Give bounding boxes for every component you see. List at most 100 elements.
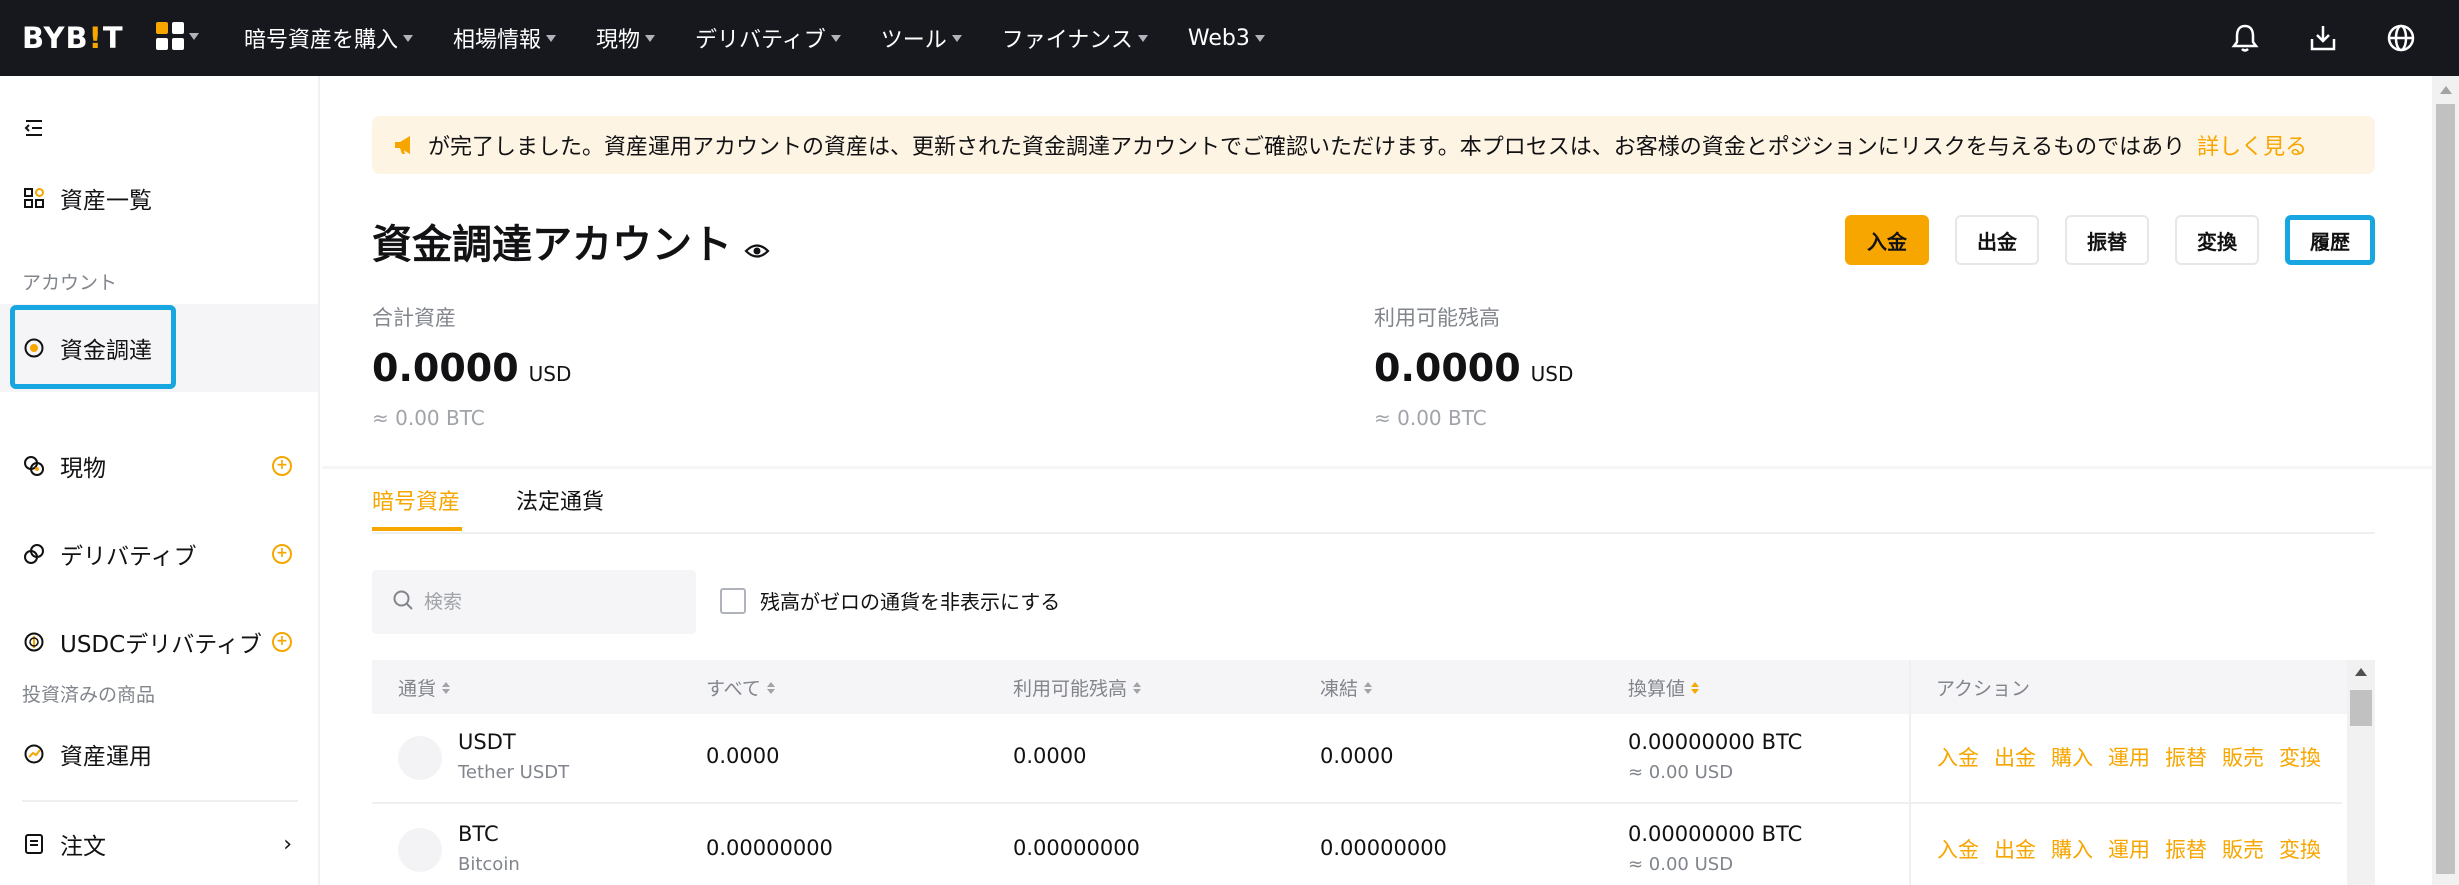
sort-icon [1133,681,1142,694]
sidebar-item-label: 注文 [60,834,106,860]
sidebar-item-derivatives[interactable]: デリバティブ + [0,522,318,586]
available-balance-label: 利用可能残高 [1374,306,1500,330]
scrollbar-thumb[interactable] [2350,690,2372,726]
action-sell-link[interactable]: 販売 [2222,834,2264,864]
tab-crypto[interactable]: 暗号資産 [372,484,460,516]
search-input[interactable] [424,591,684,613]
coin-name: Tether USDT [458,762,570,783]
cell-frozen: 0.00000000 [1320,836,1447,860]
scroll-up-arrow-icon[interactable] [2440,86,2452,94]
action-withdraw-link[interactable]: 出金 [1994,742,2036,772]
apps-menu-button[interactable] [156,22,199,50]
cell-all: 0.0000 [706,744,780,768]
nav-item-tools[interactable]: ツール [881,22,962,54]
tab-fiat[interactable]: 法定通貨 [516,484,604,516]
nav-item-web3[interactable]: Web3 [1188,26,1265,51]
collapse-sidebar-icon[interactable] [22,116,46,140]
cell-available: 0.00000000 [1013,836,1140,860]
sidebar-item-label: デリバティブ [60,544,197,570]
plus-circle-icon[interactable]: + [272,456,292,476]
chevron-down-icon [1137,34,1148,42]
sidebar-item-earn[interactable]: 資産運用 [0,722,318,786]
apps-grid-icon [156,22,184,50]
megaphone-icon [392,132,418,158]
sidebar-item-label: 資産一覧 [60,188,152,214]
sidebar-item-funding[interactable]: 資金調達 [0,304,318,392]
sidebar-item-label: 資金調達 [60,338,152,364]
sidebar-item-label: USDCデリバティブ [60,632,262,658]
sidebar-item-orders[interactable]: 注文 › [0,812,318,876]
sidebar-divider [22,800,298,802]
sort-icon [1364,681,1373,694]
download-icon[interactable] [2303,18,2343,58]
nav-item-buy-crypto[interactable]: 暗号資産を購入 [244,22,414,54]
chevron-down-icon [830,34,841,42]
history-button[interactable]: 履歴 [2285,215,2375,265]
cell-all: 0.00000000 [706,836,833,860]
coin-symbol: BTC [458,822,499,846]
table-scrollbar[interactable] [2347,660,2375,885]
page-scrollbar-thumb[interactable] [2436,104,2455,874]
scroll-up-arrow-icon[interactable] [2355,668,2367,676]
hide-zero-checkbox[interactable] [720,587,746,614]
chevron-down-icon [403,34,414,42]
transfer-button[interactable]: 振替 [2065,215,2149,265]
sidebar-section-invested: 投資済みの商品 [22,684,156,706]
eye-icon[interactable] [744,228,770,258]
plus-circle-icon[interactable]: + [272,632,292,652]
logo-suffix: T [102,21,124,55]
cell-btc-value: 0.00000000 BTC [1628,730,1803,754]
coin-icon [398,736,442,780]
plus-circle-icon[interactable]: + [272,544,292,564]
bell-icon[interactable] [2225,18,2265,58]
globe-icon[interactable] [2381,18,2421,58]
learn-more-link[interactable]: 詳しく見る [2197,129,2307,161]
cell-usd-value: ≈ 0.00 USD [1628,762,1734,783]
action-sell-link[interactable]: 販売 [2222,742,2264,772]
chevron-right-icon: › [283,831,292,857]
action-convert-link[interactable]: 変換 [2279,742,2321,772]
action-transfer-link[interactable]: 振替 [2165,834,2207,864]
action-transfer-link[interactable]: 振替 [2165,742,2207,772]
sidebar-item-overview[interactable]: 資産一覧 [0,166,318,230]
nav-item-finance[interactable]: ファイナンス [1002,22,1148,54]
withdraw-button[interactable]: 出金 [1955,215,2039,265]
deposit-button[interactable]: 入金 [1845,215,1929,265]
action-withdraw-link[interactable]: 出金 [1994,834,2036,864]
cell-usd-value: ≈ 0.00 USD [1628,854,1734,875]
action-earn-link[interactable]: 運用 [2108,834,2150,864]
bybit-logo[interactable]: BYB! T [22,20,124,56]
nav-item-derivatives[interactable]: デリバティブ [695,22,841,54]
sort-icon [442,681,451,694]
hide-zero-balance-toggle[interactable]: 残高がゼロの通貨を非表示にする [720,586,1060,615]
column-header-available[interactable]: 利用可能残高 [1013,674,1142,701]
nav-item-markets[interactable]: 相場情報 [453,22,557,54]
column-header-frozen[interactable]: 凍結 [1320,674,1373,701]
sidebar-item-usdc-derivatives[interactable]: USDCデリバティブ + [0,610,318,674]
column-header-equivalent[interactable]: 換算値 [1628,674,1700,701]
sidebar-item-spot[interactable]: 現物 + [0,434,318,498]
available-balance-btc: ≈ 0.00 BTC [1374,406,1487,430]
nav-item-spot[interactable]: 現物 [596,22,656,54]
column-header-all[interactable]: すべて [706,674,775,701]
asset-tabs: 暗号資産 法定通貨 [372,464,2375,534]
tab-active-underline [372,527,462,531]
action-deposit-link[interactable]: 入金 [1937,834,1979,864]
chevron-down-icon [1254,34,1265,42]
column-header-coin[interactable]: 通貨 [398,674,451,701]
convert-button[interactable]: 変換 [2175,215,2259,265]
action-convert-link[interactable]: 変換 [2279,834,2321,864]
dashboard-icon [22,186,46,210]
page-scrollbar[interactable] [2432,76,2459,885]
action-buy-link[interactable]: 購入 [2051,742,2093,772]
action-deposit-link[interactable]: 入金 [1937,742,1979,772]
cell-frozen: 0.0000 [1320,744,1394,768]
cell-available: 0.0000 [1013,744,1087,768]
chevron-down-icon [951,34,962,42]
total-assets-label: 合計資産 [372,306,456,330]
action-buy-link[interactable]: 購入 [2051,834,2093,864]
action-earn-link[interactable]: 運用 [2108,742,2150,772]
column-header-actions: アクション [1936,678,2031,700]
search-box[interactable] [372,570,696,634]
chevron-down-icon [645,34,656,42]
